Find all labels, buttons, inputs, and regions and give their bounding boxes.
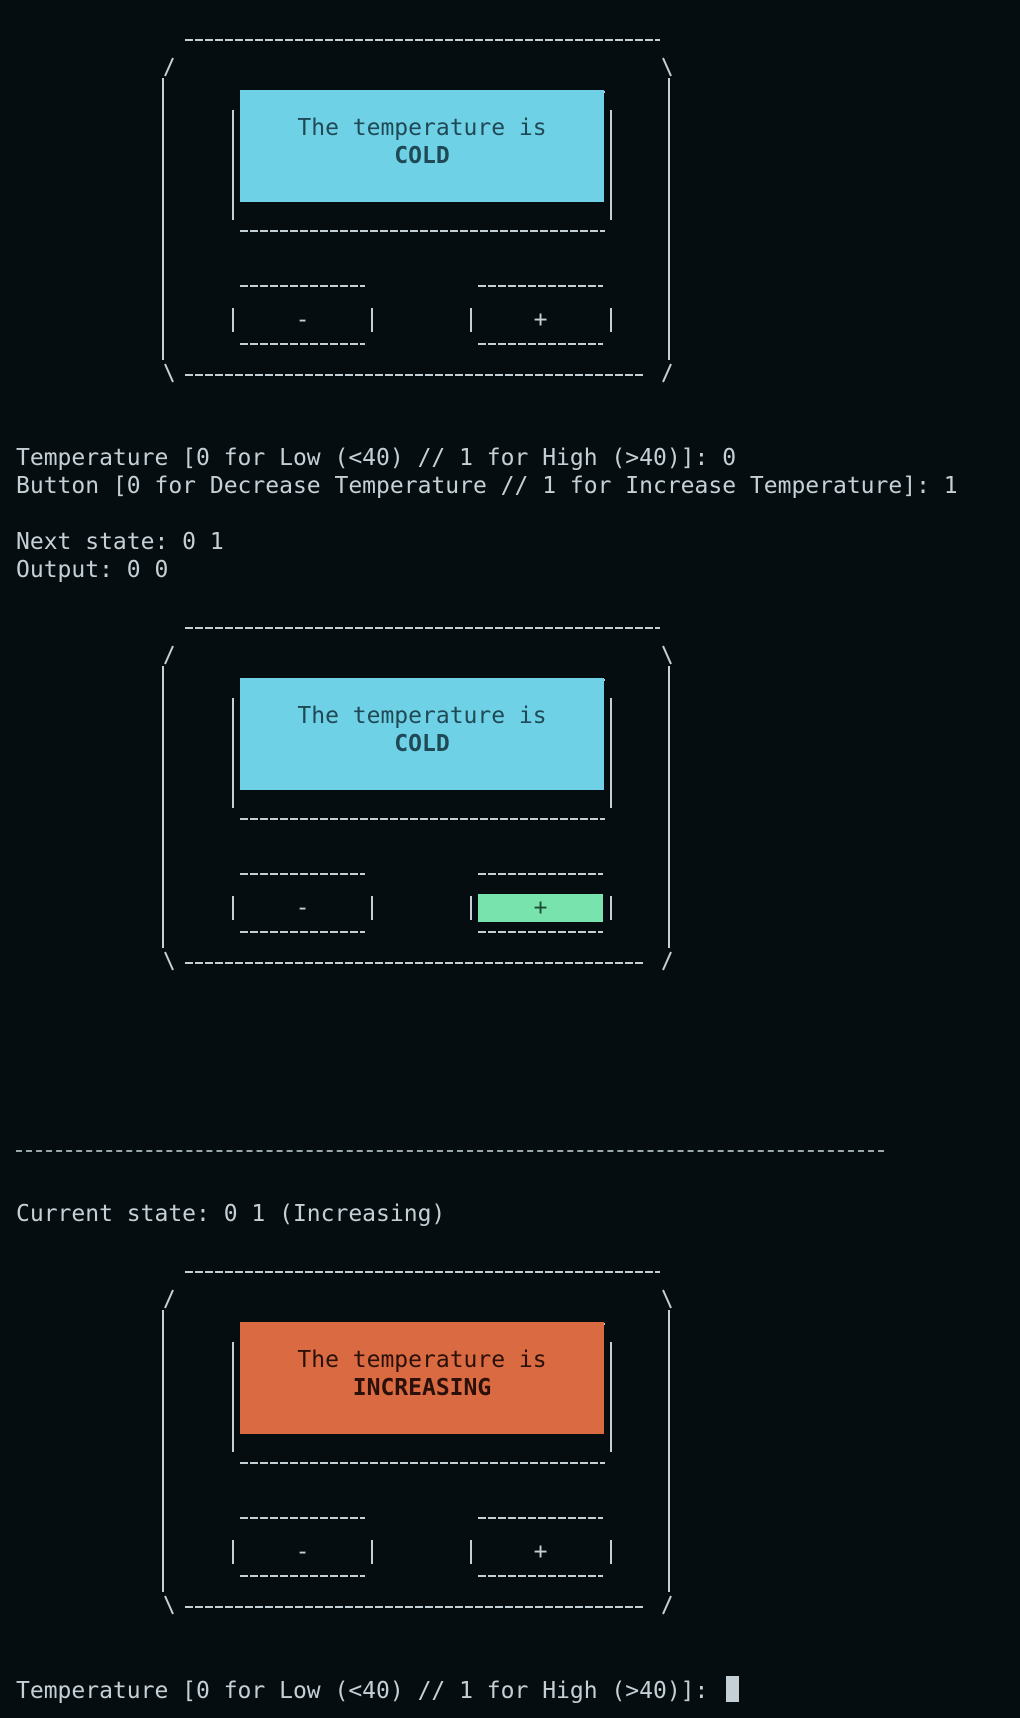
thermostat-device-2: The temperature is COLD - + bbox=[155, 608, 675, 988]
device-frame-2 bbox=[162, 627, 672, 971]
temperature-prompt-text: Temperature [0 for Low (<40) // 1 for Hi… bbox=[16, 1678, 723, 1704]
decrease-button[interactable]: - bbox=[240, 306, 365, 334]
display-label: The temperature is bbox=[297, 115, 547, 141]
increase-button[interactable]: + bbox=[478, 306, 603, 334]
temperature-display: The temperature is COLD bbox=[240, 90, 604, 202]
device-frame-1 bbox=[162, 39, 672, 383]
display-label: The temperature is bbox=[297, 703, 547, 729]
display-label: The temperature is bbox=[297, 1347, 547, 1373]
display-state: COLD bbox=[394, 143, 450, 169]
temperature-display: The temperature is COLD bbox=[240, 678, 604, 790]
display-state: INCREASING bbox=[352, 1375, 492, 1401]
button-prompt-line: Button [0 for Decrease Temperature // 1 … bbox=[16, 473, 958, 499]
temperature-display: The temperature is INCREASING bbox=[240, 1322, 604, 1434]
thermostat-device-3: The temperature is INCREASING - + bbox=[155, 1252, 675, 1632]
block-cursor-icon[interactable] bbox=[726, 1676, 740, 1702]
next-state-line: Next state: 0 1 bbox=[16, 529, 224, 555]
device-frame-3 bbox=[162, 1271, 672, 1615]
current-state-line: Current state: 0 1 (Increasing) bbox=[16, 1201, 446, 1227]
display-state: COLD bbox=[394, 731, 450, 757]
temperature-input-prompt[interactable]: Temperature [0 for Low (<40) // 1 for Hi… bbox=[16, 1676, 740, 1705]
section-separator bbox=[16, 1150, 884, 1152]
temperature-prompt-line: Temperature [0 for Low (<40) // 1 for Hi… bbox=[16, 445, 737, 471]
output-line: Output: 0 0 bbox=[16, 557, 169, 583]
decrease-button[interactable]: - bbox=[240, 1538, 365, 1566]
decrease-button[interactable]: - bbox=[240, 894, 365, 922]
increase-button-pressed[interactable]: + bbox=[478, 894, 603, 922]
thermostat-device-1: The temperature is COLD - + bbox=[155, 20, 675, 400]
increase-button[interactable]: + bbox=[478, 1538, 603, 1566]
